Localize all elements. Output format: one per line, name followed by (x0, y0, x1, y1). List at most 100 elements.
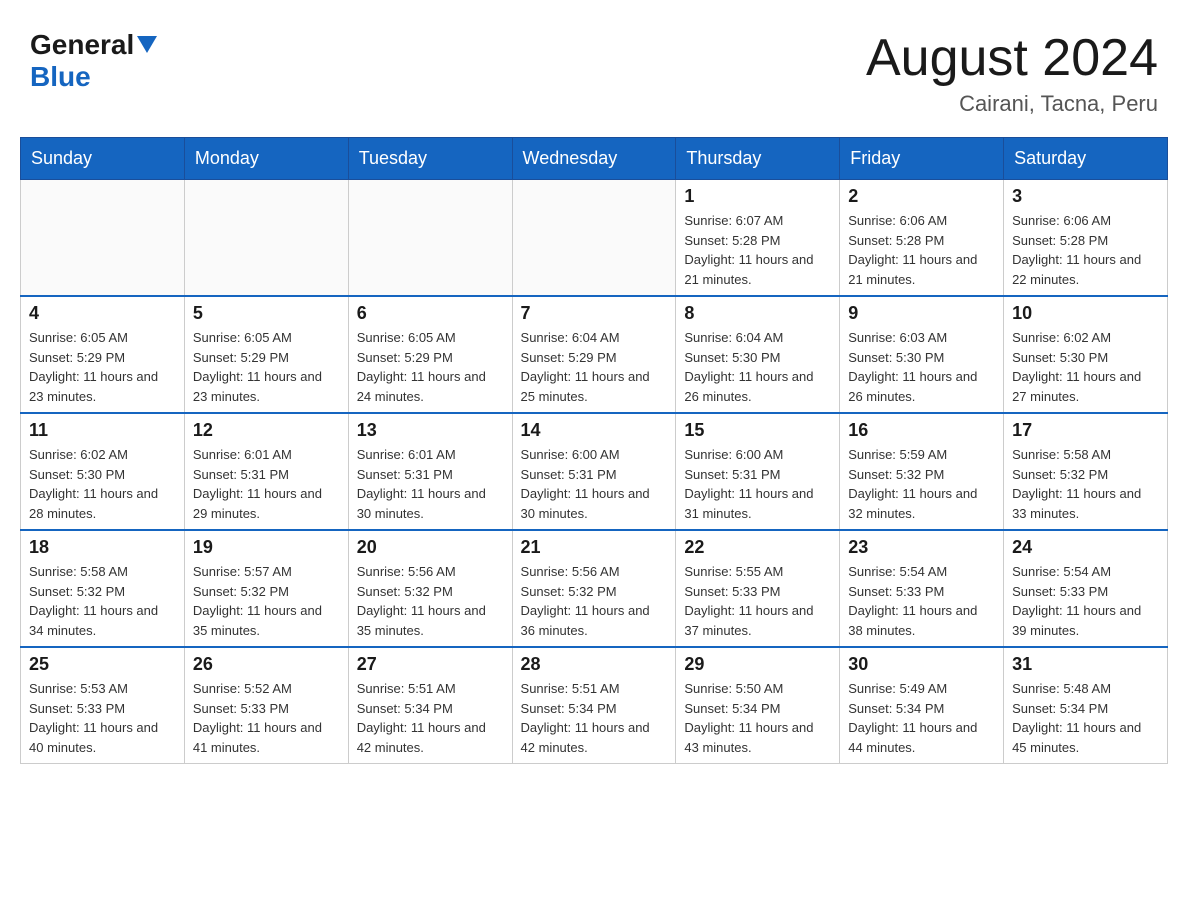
day-info: Sunrise: 5:53 AMSunset: 5:33 PMDaylight:… (29, 679, 176, 757)
calendar-cell: 7 Sunrise: 6:04 AMSunset: 5:29 PMDaylight… (512, 296, 676, 413)
day-header-thursday: Thursday (676, 138, 840, 180)
day-info: Sunrise: 6:06 AMSunset: 5:28 PMDaylight:… (848, 211, 995, 289)
day-info: Sunrise: 5:51 AMSunset: 5:34 PMDaylight:… (521, 679, 668, 757)
day-number: 9 (848, 303, 995, 324)
calendar-cell (348, 180, 512, 297)
day-header-friday: Friday (840, 138, 1004, 180)
calendar-cell: 1Sunrise: 6:07 AMSunset: 5:28 PMDaylight… (676, 180, 840, 297)
day-number: 17 (1012, 420, 1159, 441)
day-number: 20 (357, 537, 504, 558)
day-info: Sunrise: 5:51 AMSunset: 5:34 PMDaylight:… (357, 679, 504, 757)
calendar-cell: 28 Sunrise: 5:51 AMSunset: 5:34 PMDayligh… (512, 647, 676, 764)
day-number: 10 (1012, 303, 1159, 324)
day-header-wednesday: Wednesday (512, 138, 676, 180)
calendar-cell: 15 Sunrise: 6:00 AMSunset: 5:31 PMDayligh… (676, 413, 840, 530)
logo-general-text: General (30, 30, 157, 61)
calendar-cell: 18 Sunrise: 5:58 AMSunset: 5:32 PMDayligh… (21, 530, 185, 647)
day-number: 31 (1012, 654, 1159, 675)
calendar-cell: 31Sunrise: 5:48 AMSunset: 5:34 PMDayligh… (1004, 647, 1168, 764)
day-info: Sunrise: 6:05 AMSunset: 5:29 PMDaylight:… (29, 328, 176, 406)
day-info: Sunrise: 5:56 AMSunset: 5:32 PMDaylight:… (521, 562, 668, 640)
day-number: 14 (521, 420, 668, 441)
logo: General Blue (30, 30, 157, 93)
calendar-cell (184, 180, 348, 297)
day-number: 6 (357, 303, 504, 324)
day-number: 13 (357, 420, 504, 441)
calendar-cell: 26Sunrise: 5:52 AMSunset: 5:33 PMDayligh… (184, 647, 348, 764)
page-header: General Blue August 2024 Cairani, Tacna,… (20, 20, 1168, 117)
day-info: Sunrise: 6:06 AMSunset: 5:28 PMDaylight:… (1012, 211, 1159, 289)
day-number: 11 (29, 420, 176, 441)
day-header-saturday: Saturday (1004, 138, 1168, 180)
calendar-cell: 16 Sunrise: 5:59 AMSunset: 5:32 PMDayligh… (840, 413, 1004, 530)
day-info: Sunrise: 6:05 AMSunset: 5:29 PMDaylight:… (357, 328, 504, 406)
main-title: August 2024 (866, 30, 1158, 87)
day-info: Sunrise: 5:49 AMSunset: 5:34 PMDaylight:… (848, 679, 995, 757)
day-number: 2 (848, 186, 995, 207)
day-header-tuesday: Tuesday (348, 138, 512, 180)
day-number: 12 (193, 420, 340, 441)
calendar-cell: 12Sunrise: 6:01 AMSunset: 5:31 PMDayligh… (184, 413, 348, 530)
day-number: 22 (684, 537, 831, 558)
day-number: 29 (684, 654, 831, 675)
day-header-monday: Monday (184, 138, 348, 180)
calendar-table: SundayMondayTuesdayWednesdayThursdayFrid… (20, 137, 1168, 764)
day-info: Sunrise: 5:55 AMSunset: 5:33 PMDaylight:… (684, 562, 831, 640)
day-number: 15 (684, 420, 831, 441)
calendar-cell: 25 Sunrise: 5:53 AMSunset: 5:33 PMDayligh… (21, 647, 185, 764)
day-info: Sunrise: 5:59 AMSunset: 5:32 PMDaylight:… (848, 445, 995, 523)
calendar-cell: 8 Sunrise: 6:04 AMSunset: 5:30 PMDaylight… (676, 296, 840, 413)
day-number: 7 (521, 303, 668, 324)
day-info: Sunrise: 5:58 AMSunset: 5:32 PMDaylight:… (29, 562, 176, 640)
calendar-cell: 10 Sunrise: 6:02 AMSunset: 5:30 PMDayligh… (1004, 296, 1168, 413)
week-row-5: 25 Sunrise: 5:53 AMSunset: 5:33 PMDayligh… (21, 647, 1168, 764)
calendar-cell: 29 Sunrise: 5:50 AMSunset: 5:34 PMDayligh… (676, 647, 840, 764)
calendar-cell: 21 Sunrise: 5:56 AMSunset: 5:32 PMDayligh… (512, 530, 676, 647)
day-info: Sunrise: 5:54 AMSunset: 5:33 PMDaylight:… (848, 562, 995, 640)
day-number: 26 (193, 654, 340, 675)
day-number: 18 (29, 537, 176, 558)
day-number: 30 (848, 654, 995, 675)
day-info: Sunrise: 6:01 AMSunset: 5:31 PMDaylight:… (357, 445, 504, 523)
day-info: Sunrise: 6:07 AMSunset: 5:28 PMDaylight:… (684, 211, 831, 289)
day-info: Sunrise: 5:56 AMSunset: 5:32 PMDaylight:… (357, 562, 504, 640)
calendar-cell: 2 Sunrise: 6:06 AMSunset: 5:28 PMDaylight… (840, 180, 1004, 297)
day-number: 8 (684, 303, 831, 324)
calendar-cell: 6 Sunrise: 6:05 AMSunset: 5:29 PMDaylight… (348, 296, 512, 413)
day-info: Sunrise: 6:05 AMSunset: 5:29 PMDaylight:… (193, 328, 340, 406)
calendar-cell: 17 Sunrise: 5:58 AMSunset: 5:32 PMDayligh… (1004, 413, 1168, 530)
calendar-cell: 14Sunrise: 6:00 AMSunset: 5:31 PMDayligh… (512, 413, 676, 530)
day-number: 23 (848, 537, 995, 558)
day-info: Sunrise: 6:02 AMSunset: 5:30 PMDaylight:… (29, 445, 176, 523)
calendar-cell: 30 Sunrise: 5:49 AMSunset: 5:34 PMDayligh… (840, 647, 1004, 764)
calendar-cell: 24 Sunrise: 5:54 AMSunset: 5:33 PMDayligh… (1004, 530, 1168, 647)
day-number: 16 (848, 420, 995, 441)
calendar-cell: 13 Sunrise: 6:01 AMSunset: 5:31 PMDayligh… (348, 413, 512, 530)
logo-triangle-icon (137, 36, 157, 53)
calendar-cell: 20 Sunrise: 5:56 AMSunset: 5:32 PMDayligh… (348, 530, 512, 647)
day-info: Sunrise: 6:02 AMSunset: 5:30 PMDaylight:… (1012, 328, 1159, 406)
day-number: 3 (1012, 186, 1159, 207)
calendar-cell: 22 Sunrise: 5:55 AMSunset: 5:33 PMDayligh… (676, 530, 840, 647)
calendar-cell (21, 180, 185, 297)
calendar-cell: 19Sunrise: 5:57 AMSunset: 5:32 PMDayligh… (184, 530, 348, 647)
day-info: Sunrise: 6:04 AMSunset: 5:30 PMDaylight:… (684, 328, 831, 406)
day-info: Sunrise: 5:54 AMSunset: 5:33 PMDaylight:… (1012, 562, 1159, 640)
calendar-cell: 11 Sunrise: 6:02 AMSunset: 5:30 PMDayligh… (21, 413, 185, 530)
day-number: 24 (1012, 537, 1159, 558)
day-info: Sunrise: 5:50 AMSunset: 5:34 PMDaylight:… (684, 679, 831, 757)
day-info: Sunrise: 5:58 AMSunset: 5:32 PMDaylight:… (1012, 445, 1159, 523)
calendar-cell: 5Sunrise: 6:05 AMSunset: 5:29 PMDaylight… (184, 296, 348, 413)
calendar-cell: 23 Sunrise: 5:54 AMSunset: 5:33 PMDayligh… (840, 530, 1004, 647)
day-info: Sunrise: 6:00 AMSunset: 5:31 PMDaylight:… (684, 445, 831, 523)
day-number: 27 (357, 654, 504, 675)
calendar-cell: 27 Sunrise: 5:51 AMSunset: 5:34 PMDayligh… (348, 647, 512, 764)
calendar-cell (512, 180, 676, 297)
calendar-cell: 9Sunrise: 6:03 AMSunset: 5:30 PMDaylight… (840, 296, 1004, 413)
day-info: Sunrise: 6:04 AMSunset: 5:29 PMDaylight:… (521, 328, 668, 406)
day-number: 25 (29, 654, 176, 675)
day-number: 28 (521, 654, 668, 675)
day-number: 21 (521, 537, 668, 558)
week-row-4: 18 Sunrise: 5:58 AMSunset: 5:32 PMDayligh… (21, 530, 1168, 647)
day-number: 4 (29, 303, 176, 324)
